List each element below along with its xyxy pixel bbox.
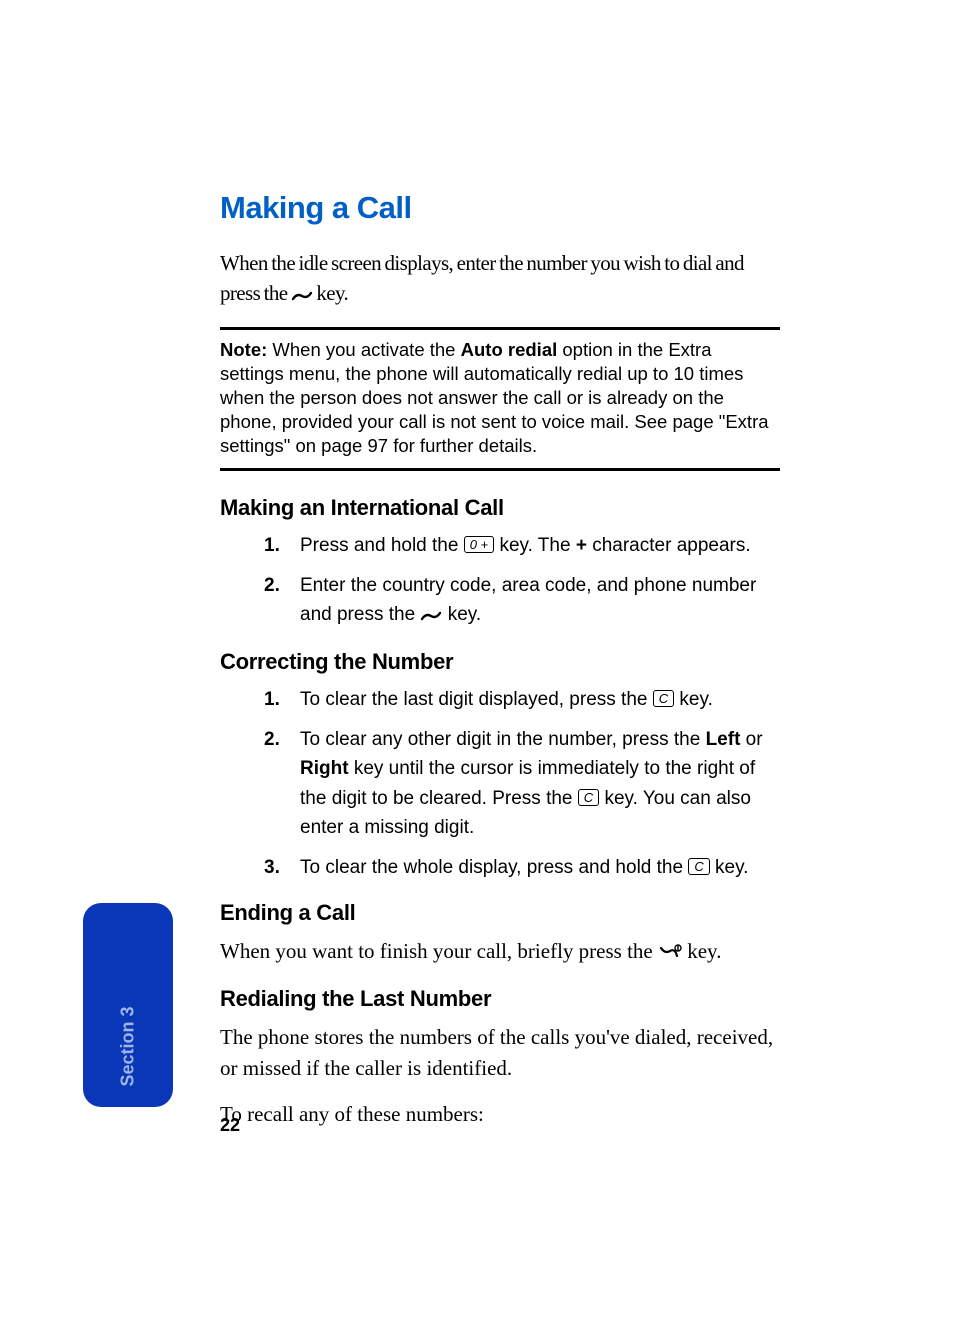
step-item: 3. To clear the whole display, press and… (220, 853, 780, 882)
step-number: 2. (264, 571, 280, 600)
step-item: 2. Enter the country code, area code, an… (220, 571, 780, 632)
ending-text-a: When you want to finish your call, brief… (220, 939, 658, 963)
redial-p2: To recall any of these numbers: (220, 1099, 780, 1129)
key-c-icon: C (578, 789, 599, 806)
step-item: 1. To clear the last digit displayed, pr… (220, 685, 780, 714)
steps-international: 1. Press and hold the 0 + key. The + cha… (220, 531, 780, 631)
key-0plus-icon: 0 + (464, 536, 494, 553)
note-label: Note: (220, 339, 267, 360)
section-tab-label: Section 3 (118, 1006, 139, 1086)
note-text-a: When you activate the (267, 339, 460, 360)
step-bold: Left (706, 729, 741, 750)
heading-ending: Ending a Call (220, 900, 780, 926)
step-bold: Right (300, 758, 349, 779)
step-text: or (746, 729, 763, 750)
section-tab: Section 3 (83, 903, 173, 1107)
heading-international: Making an International Call (220, 495, 780, 521)
step-text: key. (715, 857, 748, 878)
step-item: 2. To clear any other digit in the numbe… (220, 725, 780, 843)
send-key-icon (420, 602, 442, 631)
end-key-icon (658, 938, 682, 968)
ending-text-b: key. (687, 939, 721, 963)
step-bold: + (576, 535, 587, 556)
step-text: To clear the whole display, press and ho… (300, 857, 688, 878)
step-text: Enter the country code, area code, and p… (300, 575, 756, 625)
step-text: To clear the last digit displayed, press… (300, 689, 653, 710)
step-number: 1. (264, 531, 280, 560)
step-text: To clear any other digit in the number, … (300, 729, 706, 750)
heading-correcting: Correcting the Number (220, 649, 780, 675)
step-number: 1. (264, 685, 280, 714)
send-key-icon (291, 280, 313, 310)
steps-correcting: 1. To clear the last digit displayed, pr… (220, 685, 780, 882)
note-bold-option: Auto redial (461, 339, 558, 360)
note-block: Note: When you activate the Auto redial … (220, 327, 780, 471)
ending-paragraph: When you want to finish your call, brief… (220, 936, 780, 968)
key-c-icon: C (688, 858, 709, 875)
key-c-icon: C (653, 690, 674, 707)
step-number: 2. (264, 725, 280, 754)
step-number: 3. (264, 853, 280, 882)
page-content: Making a Call When the idle screen displ… (220, 190, 780, 1146)
redial-p1: The phone stores the numbers of the call… (220, 1022, 780, 1083)
intro-text-b: key. (316, 281, 348, 305)
page-number: 22 (220, 1115, 240, 1136)
step-item: 1. Press and hold the 0 + key. The + cha… (220, 531, 780, 560)
step-text: Press and hold the (300, 535, 464, 556)
heading-redial: Redialing the Last Number (220, 986, 780, 1012)
step-text: character appears. (592, 535, 750, 556)
step-text: key. The (499, 535, 575, 556)
intro-paragraph: When the idle screen displays, enter the… (220, 248, 780, 311)
page-title: Making a Call (220, 190, 780, 226)
step-text: key. (679, 689, 712, 710)
step-text: key. (448, 604, 481, 625)
